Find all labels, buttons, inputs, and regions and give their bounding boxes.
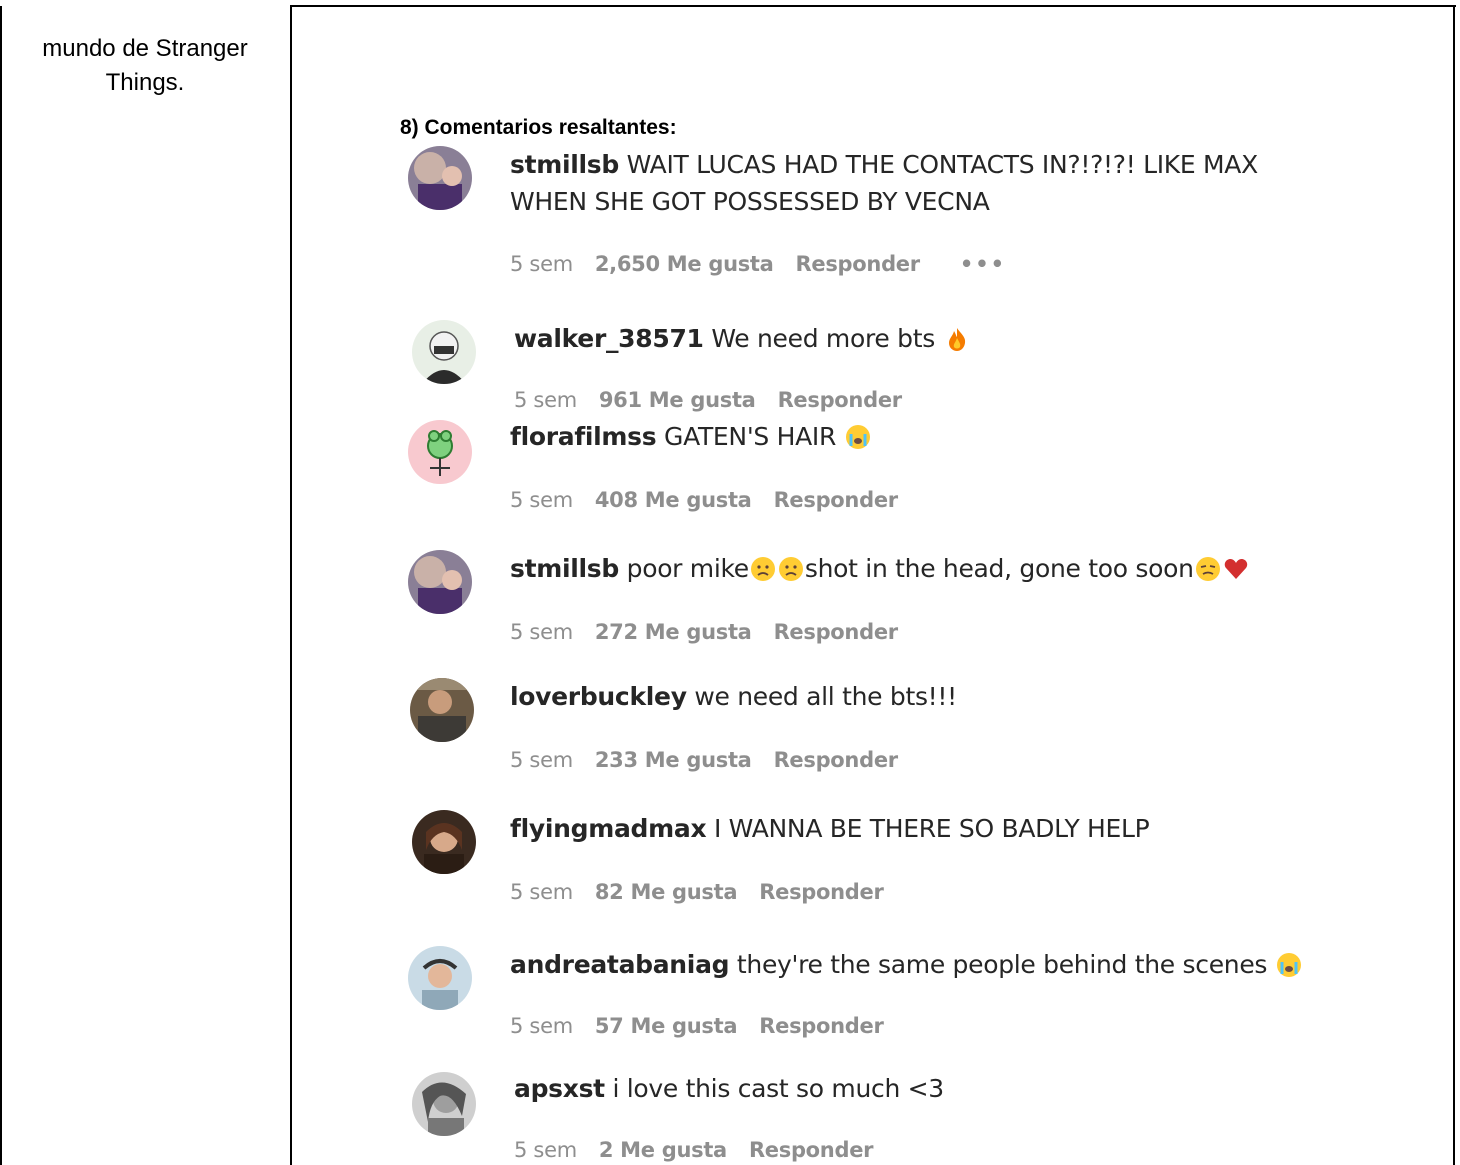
comment-meta: 5 sem 272 Me gusta Responder xyxy=(510,620,920,644)
sad-emoji-icon xyxy=(750,557,775,581)
comment-text: apsxst i love this cast so much <3 xyxy=(514,1070,1314,1107)
comment-meta: 5 sem 233 Me gusta Responder xyxy=(510,748,920,772)
table-left-border xyxy=(0,6,2,1165)
comment-likes[interactable]: 961 Me gusta xyxy=(599,388,756,412)
worried-emoji-icon xyxy=(1195,557,1220,581)
comment-username[interactable]: loverbuckley xyxy=(510,682,687,711)
comment-likes[interactable]: 82 Me gusta xyxy=(595,880,738,904)
comment-username[interactable]: flyingmadmax xyxy=(510,814,707,843)
comment-likes[interactable]: 408 Me gusta xyxy=(595,488,752,512)
table-right-border xyxy=(1453,6,1455,1165)
comment-time[interactable]: 5 sem xyxy=(510,880,573,904)
comment-meta: 5 sem 2,650 Me gusta Responder ••• xyxy=(510,252,1028,276)
comment-username[interactable]: stmillsb xyxy=(510,554,619,583)
comment-time[interactable]: 5 sem xyxy=(510,1014,573,1038)
avatar[interactable] xyxy=(412,810,476,874)
comment-body: i love this cast so much <3 xyxy=(612,1074,944,1103)
avatar[interactable] xyxy=(408,946,472,1010)
comment-meta: 5 sem 57 Me gusta Responder xyxy=(510,1014,906,1038)
comment-meta: 5 sem 961 Me gusta Responder xyxy=(514,388,924,412)
comment-body: poor mike xyxy=(626,554,750,583)
reply-button[interactable]: Responder xyxy=(774,748,899,772)
comment-body: they're the same people behind the scene… xyxy=(736,950,1268,979)
comment-likes[interactable]: 2,650 Me gusta xyxy=(595,252,774,276)
comment-text: walker_38571 We need more bts xyxy=(514,320,1314,357)
comment-time[interactable]: 5 sem xyxy=(514,388,577,412)
comment-text: flyingmadmax I WANNA BE THERE SO BADLY H… xyxy=(510,810,1310,847)
comment-meta: 5 sem 2 Me gusta Responder xyxy=(514,1138,895,1162)
comment-text: stmillsb poor mike shot in the head, gone… xyxy=(510,550,1350,587)
comment-body: We need more bts xyxy=(711,324,935,353)
table-column-divider xyxy=(290,6,292,1165)
comment-text: stmillsb WAIT LUCAS HAD THE CONTACTS IN?… xyxy=(510,146,1310,220)
left-cell-text: mundo de Stranger Things. xyxy=(42,35,248,96)
crying-emoji-icon xyxy=(1276,953,1301,977)
reply-button[interactable]: Responder xyxy=(749,1138,874,1162)
sad-emoji-icon xyxy=(778,557,803,581)
reply-button[interactable]: Responder xyxy=(759,880,884,904)
comment-username[interactable]: florafilmss xyxy=(510,422,657,451)
comment-username[interactable]: stmillsb xyxy=(510,150,619,179)
table-top-border xyxy=(290,5,1456,7)
reply-button[interactable]: Responder xyxy=(759,1014,884,1038)
avatar[interactable] xyxy=(408,550,472,614)
red-heart-icon xyxy=(1224,559,1247,579)
section-title: 8) Comentarios resaltantes: xyxy=(400,116,677,139)
comment-body: WAIT LUCAS HAD THE CONTACTS IN?!?!?! LIK… xyxy=(510,150,1258,216)
reply-button[interactable]: Responder xyxy=(774,488,899,512)
more-options-icon[interactable]: ••• xyxy=(960,252,1006,276)
comment-likes[interactable]: 233 Me gusta xyxy=(595,748,752,772)
comment-time[interactable]: 5 sem xyxy=(510,748,573,772)
reply-button[interactable]: Responder xyxy=(778,388,903,412)
comment-text: loverbuckley we need all the bts!!! xyxy=(510,678,1310,715)
avatar[interactable] xyxy=(408,420,472,484)
comment-time[interactable]: 5 sem xyxy=(514,1138,577,1162)
comment-body-continued: shot in the head, gone too soon xyxy=(804,554,1194,583)
comment-time[interactable]: 5 sem xyxy=(510,620,573,644)
comment-meta: 5 sem 82 Me gusta Responder xyxy=(510,880,906,904)
comment-body: we need all the bts!!! xyxy=(694,682,957,711)
comment-text: florafilmss GATEN'S HAIR xyxy=(510,418,1310,455)
avatar[interactable] xyxy=(412,1072,476,1136)
comment-username[interactable]: andreatabaniag xyxy=(510,950,730,979)
comment-time[interactable]: 5 sem xyxy=(510,252,573,276)
comment-body: GATEN'S HAIR xyxy=(664,422,837,451)
reply-button[interactable]: Responder xyxy=(796,252,921,276)
comment-time[interactable]: 5 sem xyxy=(510,488,573,512)
comment-username[interactable]: apsxst xyxy=(514,1074,605,1103)
comment-text: andreatabaniag they're the same people b… xyxy=(510,946,1310,983)
comment-username[interactable]: walker_38571 xyxy=(514,324,704,353)
fire-emoji-icon xyxy=(948,328,965,351)
reply-button[interactable]: Responder xyxy=(774,620,899,644)
crying-emoji-icon xyxy=(845,425,870,449)
comment-likes[interactable]: 57 Me gusta xyxy=(595,1014,738,1038)
instagram-comments-screenshot: 8) Comentarios resaltantes: stmillsb WAI… xyxy=(390,110,1350,1165)
comment-body: I WANNA BE THERE SO BADLY HELP xyxy=(713,814,1150,843)
document-table: mundo de Stranger Things. 8) Comentarios… xyxy=(0,0,1460,1165)
comment-meta: 5 sem 408 Me gusta Responder xyxy=(510,488,920,512)
avatar[interactable] xyxy=(410,678,474,742)
comment-likes[interactable]: 272 Me gusta xyxy=(595,620,752,644)
avatar[interactable] xyxy=(408,146,472,210)
avatar[interactable] xyxy=(412,320,476,384)
comment-likes[interactable]: 2 Me gusta xyxy=(599,1138,727,1162)
